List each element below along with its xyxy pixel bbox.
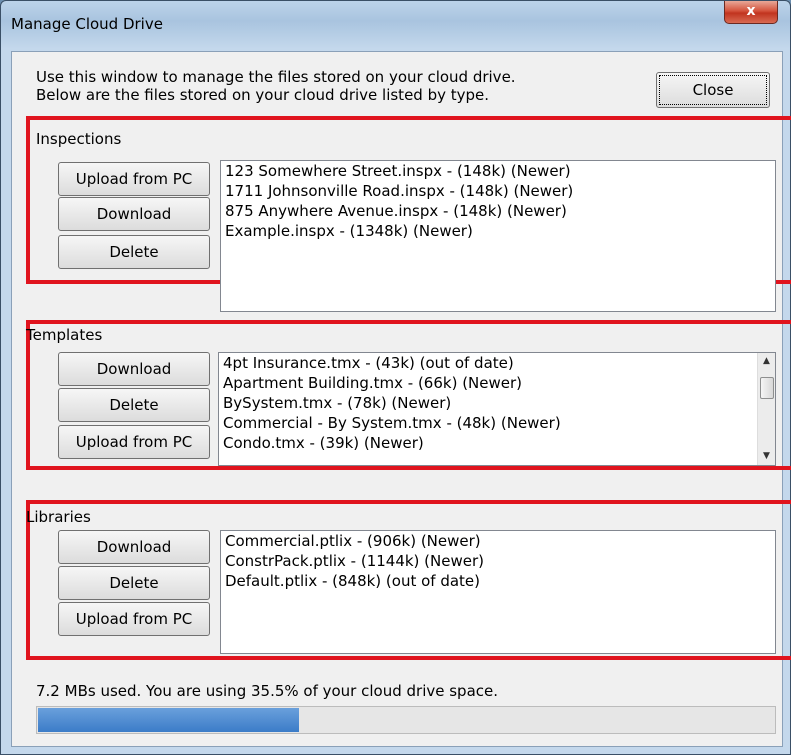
templates-delete-button[interactable]: Delete (58, 388, 210, 422)
templates-label: Templates (26, 326, 103, 344)
libraries-download-button[interactable]: Download (58, 530, 210, 564)
list-item[interactable]: Commercial - By System.tmx - (48k) (Newe… (219, 413, 775, 433)
list-item[interactable]: BySystem.tmx - (78k) (Newer) (219, 393, 775, 413)
inspections-file-list[interactable]: 123 Somewhere Street.inspx - (148k) (New… (220, 160, 776, 312)
window-close-button[interactable]: x (724, 1, 778, 24)
scroll-up-arrow-icon[interactable]: ▲ (758, 353, 775, 370)
libraries-upload-button[interactable]: Upload from PC (58, 602, 210, 636)
intro-text: Use this window to manage the files stor… (36, 68, 516, 104)
intro-line-2: Below are the files stored on your cloud… (36, 86, 490, 104)
list-item[interactable]: Commercial.ptlix - (906k) (Newer) (221, 531, 775, 551)
list-item[interactable]: 875 Anywhere Avenue.inspx - (148k) (Newe… (221, 201, 775, 221)
list-item[interactable]: Example.inspx - (1348k) (Newer) (221, 221, 775, 241)
storage-usage-text: 7.2 MBs used. You are using 35.5% of you… (36, 682, 499, 700)
storage-progress-bar (36, 706, 776, 734)
intro-line-1: Use this window to manage the files stor… (36, 68, 516, 86)
list-item[interactable]: 1711 Johnsonville Road.inspx - (148k) (N… (221, 181, 775, 201)
templates-download-button[interactable]: Download (58, 352, 210, 386)
title-bar: Manage Cloud Drive x (1, 1, 790, 49)
inspections-label: Inspections (36, 130, 122, 148)
templates-file-list[interactable]: 4pt Insurance.tmx - (43k) (out of date) … (218, 352, 776, 466)
inspections-delete-button[interactable]: Delete (58, 235, 210, 269)
templates-upload-button[interactable]: Upload from PC (58, 425, 210, 459)
list-item[interactable]: Apartment Building.tmx - (66k) (Newer) (219, 373, 775, 393)
close-button[interactable]: Close (656, 72, 770, 108)
dialog-client-area: Use this window to manage the files stor… (11, 51, 791, 747)
inspections-upload-button[interactable]: Upload from PC (58, 162, 210, 196)
scroll-thumb[interactable] (760, 377, 774, 399)
list-item[interactable]: 123 Somewhere Street.inspx - (148k) (New… (221, 161, 775, 181)
manage-cloud-drive-window: Manage Cloud Drive x Use this window to … (0, 0, 791, 755)
storage-progress-fill (38, 708, 299, 732)
libraries-delete-button[interactable]: Delete (58, 566, 210, 600)
libraries-file-list[interactable]: Commercial.ptlix - (906k) (Newer) Constr… (220, 530, 776, 654)
list-item[interactable]: Condo.tmx - (39k) (Newer) (219, 433, 775, 453)
templates-scrollbar[interactable]: ▲ ▼ (757, 353, 775, 465)
list-item[interactable]: Default.ptlix - (848k) (out of date) (221, 571, 775, 591)
inspections-download-button[interactable]: Download (58, 197, 210, 231)
list-item[interactable]: 4pt Insurance.tmx - (43k) (out of date) (219, 353, 775, 373)
scroll-down-arrow-icon[interactable]: ▼ (758, 448, 775, 465)
libraries-label: Libraries (26, 508, 91, 526)
list-item[interactable]: ConstrPack.ptlix - (1144k) (Newer) (221, 551, 775, 571)
window-title: Manage Cloud Drive (11, 15, 163, 33)
